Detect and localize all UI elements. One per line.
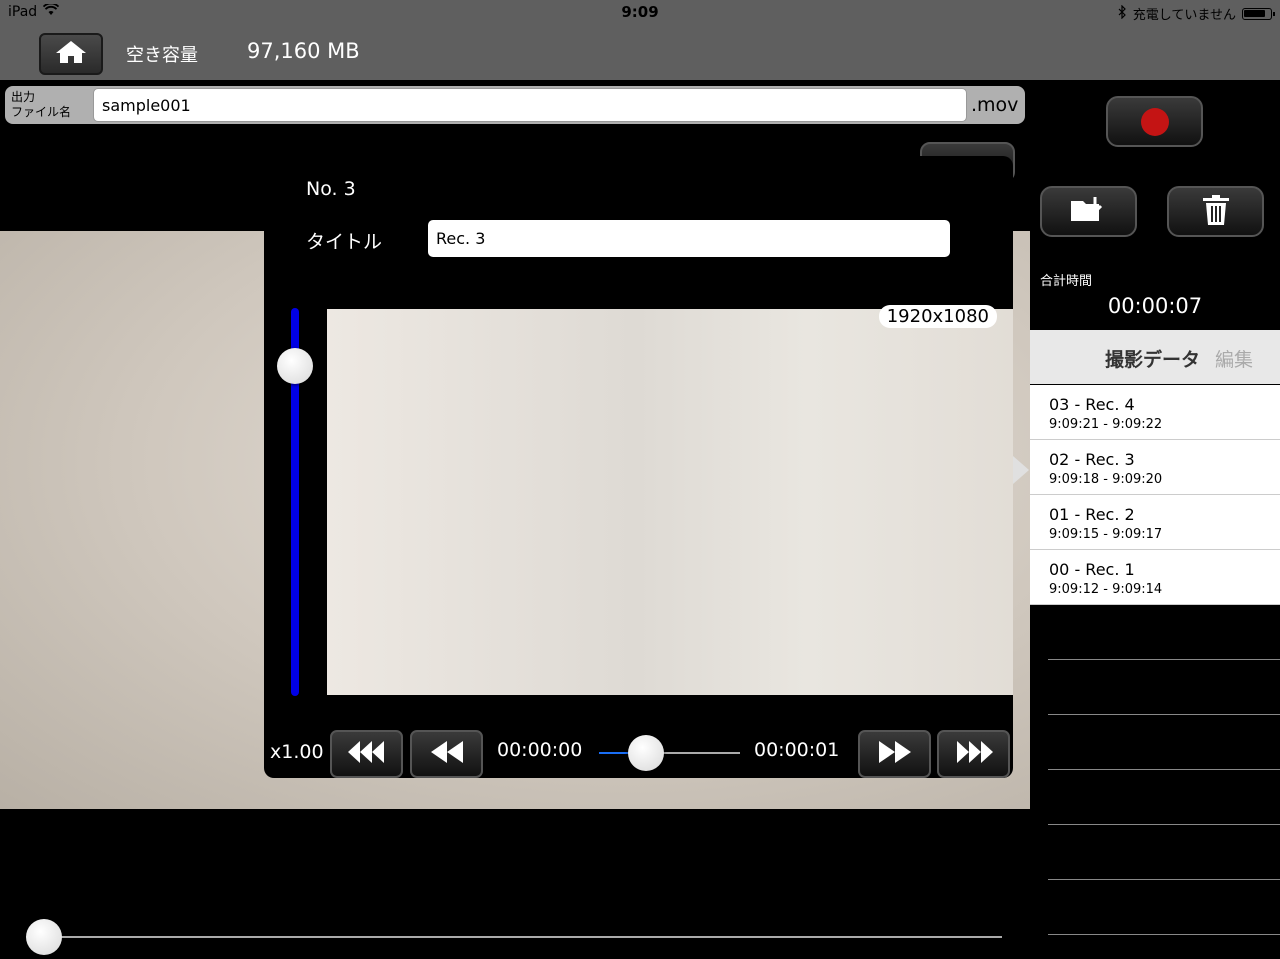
status-bar: iPad 9:09 充電していません xyxy=(0,0,1280,26)
popover-arrow xyxy=(1013,456,1029,484)
recording-number: No. 3 xyxy=(306,178,356,200)
home-button[interactable] xyxy=(39,33,103,75)
playback-speed[interactable]: x1.00 xyxy=(270,741,324,763)
video-player[interactable]: 1920x1080 xyxy=(327,305,1013,695)
title-input[interactable] xyxy=(428,220,950,257)
recording-detail-popover: No. 3 タイトル 1920x1080 x1.00 00:00:00 00:0… xyxy=(264,156,1013,778)
list-separator xyxy=(1048,769,1280,770)
recording-name: 01 - Rec. 2 xyxy=(1049,505,1135,524)
end-time: 00:00:01 xyxy=(754,739,840,761)
total-time-label: 合計時間 xyxy=(1040,274,1093,289)
list-item[interactable]: 01 - Rec. 2 9:09:15 - 9:09:17 xyxy=(1030,495,1280,550)
record-button[interactable] xyxy=(1106,96,1203,147)
title-label: タイトル xyxy=(306,231,383,253)
free-space-label: 空き容量 xyxy=(126,45,198,66)
list-item[interactable]: 00 - Rec. 1 9:09:12 - 9:09:14 xyxy=(1030,550,1280,605)
charge-status: 充電していません xyxy=(1132,8,1236,23)
volume-slider-thumb[interactable] xyxy=(277,348,313,385)
list-separator xyxy=(1048,659,1280,660)
recording-name: 00 - Rec. 1 xyxy=(1049,560,1135,579)
list-separator xyxy=(1048,714,1280,715)
recording-time: 9:09:21 - 9:09:22 xyxy=(1049,417,1163,432)
skip-back-button[interactable] xyxy=(330,730,403,778)
record-icon xyxy=(1140,107,1169,136)
import-button[interactable] xyxy=(1040,186,1137,237)
recording-time: 9:09:18 - 9:09:20 xyxy=(1049,472,1163,487)
current-time: 00:00:00 xyxy=(497,739,583,761)
recordings-title: 撮影データ xyxy=(1105,349,1201,371)
free-space-value: 97,160 MB xyxy=(247,39,360,63)
resolution-badge: 1920x1080 xyxy=(878,305,997,328)
list-separator xyxy=(1048,879,1280,880)
bluetooth-icon xyxy=(1118,4,1127,23)
recording-name: 02 - Rec. 3 xyxy=(1049,450,1135,469)
delete-button[interactable] xyxy=(1167,186,1264,237)
house-icon xyxy=(54,39,88,69)
recording-time: 9:09:15 - 9:09:17 xyxy=(1049,527,1163,542)
output-filename-label: 出力 ファイル名 xyxy=(11,90,72,119)
skip-forward-button[interactable] xyxy=(937,730,1010,778)
filename-extension: .mov xyxy=(971,94,1019,116)
clock: 9:09 xyxy=(621,3,659,21)
folder-import-icon xyxy=(1069,195,1109,229)
recordings-list-header: 撮影データ 編集 xyxy=(1030,330,1280,384)
list-separator xyxy=(1048,824,1280,825)
list-item[interactable]: 03 - Rec. 4 9:09:21 - 9:09:22 xyxy=(1030,385,1280,440)
fast-forward-icon xyxy=(877,739,913,769)
recording-name: 03 - Rec. 4 xyxy=(1049,395,1135,414)
trash-icon xyxy=(1202,194,1230,230)
zoom-slider-thumb[interactable] xyxy=(26,919,62,955)
edit-button[interactable]: 編集 xyxy=(1215,345,1253,372)
output-filename-bar: 出力 ファイル名 .mov xyxy=(5,86,1025,124)
rewind-icon xyxy=(429,739,465,769)
playback-slider-thumb[interactable] xyxy=(627,735,664,771)
zoom-slider[interactable] xyxy=(44,936,1002,938)
rewind-button[interactable] xyxy=(410,730,483,778)
list-separator xyxy=(1048,934,1280,935)
triple-forward-icon xyxy=(953,739,995,769)
battery-icon xyxy=(1242,7,1275,20)
top-toolbar: 空き容量 97,160 MB xyxy=(0,26,1280,80)
triple-rewind-icon xyxy=(346,739,388,769)
filename-input[interactable] xyxy=(93,88,967,122)
list-item[interactable]: 02 - Rec. 3 9:09:18 - 9:09:20 xyxy=(1030,440,1280,495)
fast-forward-button[interactable] xyxy=(858,730,931,778)
total-time-value: 00:00:07 xyxy=(1107,294,1203,318)
recording-time: 9:09:12 - 9:09:14 xyxy=(1049,582,1163,597)
